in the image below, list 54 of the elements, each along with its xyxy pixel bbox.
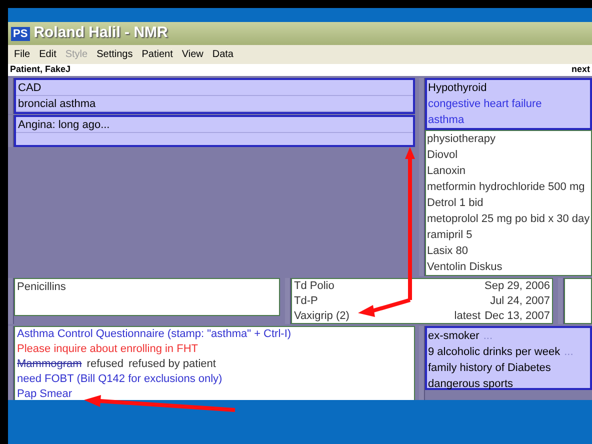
app-badge: PS [11, 26, 30, 40]
panel-grip[interactable] [8, 78, 14, 114]
vaccine-date: Sep 29, 2006 [484, 279, 550, 294]
panel-grip[interactable] [8, 115, 14, 147]
menu-item[interactable]: Data [212, 47, 234, 62]
medication-entry[interactable]: Ventolin Diskus [426, 259, 591, 275]
medication-entry[interactable]: Lanoxin [426, 163, 591, 179]
diagnosis-entry[interactable]: Hypothyroid [427, 80, 590, 96]
refusal-note: refused by patient [128, 357, 216, 372]
medication-entry[interactable]: metformin hydrochloride 500 mg [426, 179, 591, 195]
vaccine-date: Dec 13, 2007 [484, 309, 550, 324]
menu-item[interactable]: File [14, 47, 30, 62]
refused-reminder[interactable]: Mammogram [17, 357, 82, 372]
medication-entry[interactable]: ramipril 5 [426, 227, 591, 243]
panel-grip[interactable] [419, 78, 425, 130]
menu-item[interactable]: Patient [142, 47, 173, 62]
problem-entry[interactable]: CAD [16, 80, 413, 96]
empty-card [564, 278, 592, 324]
medication-entry[interactable]: metoprolol 25 mg po bid x 30 day [426, 211, 591, 227]
vaccine-date: Jul 24, 2007 [490, 294, 550, 309]
medication-entry[interactable]: Lasix 80 [426, 243, 591, 259]
next-link[interactable]: next [571, 63, 590, 77]
refusal-status: refused [86, 357, 124, 372]
allergy-entry[interactable]: Penicillins [15, 279, 279, 295]
problem-entry[interactable]: broncial asthma [16, 96, 413, 112]
diagnosis-entry[interactable]: congestive heart failure [427, 96, 590, 112]
panel-grip[interactable] [558, 278, 564, 324]
panel-grip[interactable] [8, 326, 14, 400]
menu-item[interactable]: Edit [39, 47, 56, 62]
social-entry[interactable]: 9 alcoholic drinks per week [428, 344, 560, 360]
vaccine-name: Td-P [294, 294, 318, 309]
panel-grip[interactable] [285, 278, 291, 324]
social-entry[interactable]: ex-smoker [428, 328, 480, 344]
medication-entry[interactable]: physiotherapy [426, 131, 591, 147]
panel-grip[interactable] [419, 326, 425, 400]
latest-label: latest [454, 309, 481, 324]
problem-entry[interactable]: Angina: long ago... [16, 117, 413, 133]
social-entry[interactable]: family history of Diabetes [428, 360, 551, 376]
vaccine-name: Vaxigrip (2) [294, 309, 350, 324]
reminder-link[interactable]: Pap Smear [17, 387, 412, 400]
diagnosis-entry[interactable]: asthma [427, 112, 590, 128]
panel-grip[interactable] [8, 278, 14, 324]
medication-entry[interactable]: Detrol 1 bid [426, 195, 591, 211]
window-title: Roland Halil - NMR [34, 23, 168, 44]
menu-item[interactable]: Settings [96, 47, 133, 62]
social-entry[interactable]: dangerous sports [428, 376, 513, 392]
reminder-link[interactable]: need FOBT (Bill Q142 for exclusions only) [17, 372, 412, 387]
medication-entry[interactable]: Diovol [426, 147, 591, 163]
menu-item[interactable]: View [182, 47, 204, 62]
vaccine-name: Td Polio [294, 279, 334, 294]
panel-grip[interactable] [419, 130, 425, 276]
reminder-alert[interactable]: Please inquire about enrolling in FHT [17, 342, 412, 357]
reminder-link[interactable]: Asthma Control Questionnaire (stamp: "asthma" + Ctrl-I) [17, 327, 412, 342]
patient-name: Patient, FakeJ [10, 63, 71, 76]
